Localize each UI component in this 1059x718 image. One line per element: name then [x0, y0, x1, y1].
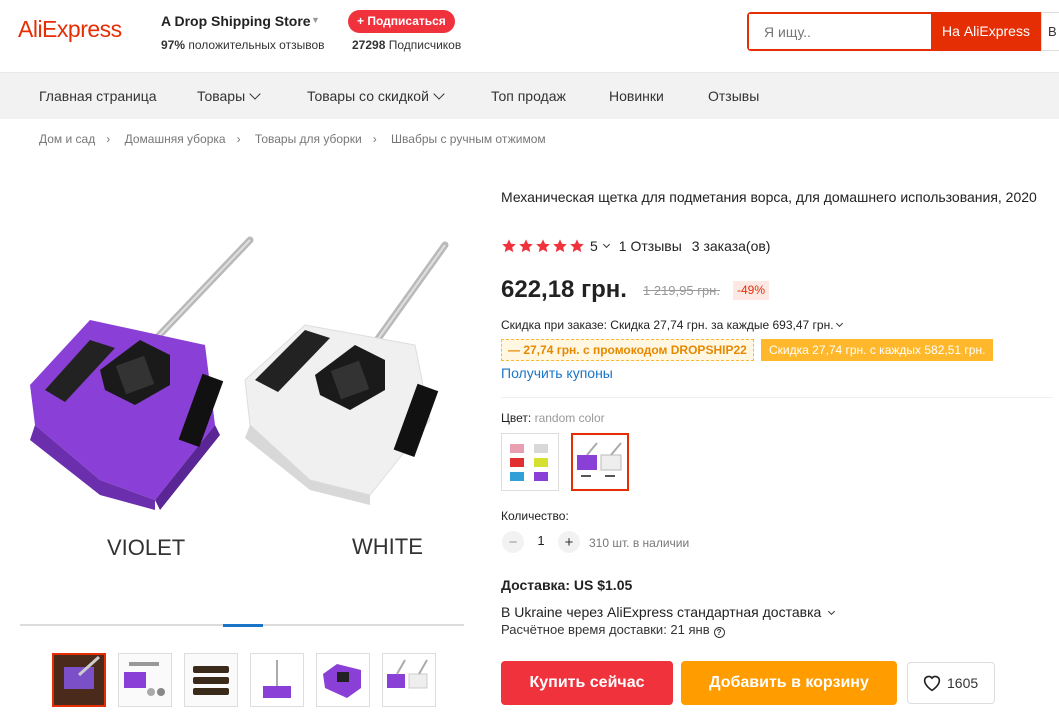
thumbnail[interactable]: [118, 653, 172, 707]
quantity-decrease-button[interactable]: −: [502, 531, 524, 553]
nav-reviews[interactable]: Отзывы: [708, 73, 759, 120]
search-input[interactable]: [749, 14, 931, 49]
buy-now-button[interactable]: Купить сейчас: [501, 661, 673, 705]
color-swatch-random[interactable]: [501, 433, 559, 491]
star-icon: [570, 239, 584, 253]
chevron-down-icon[interactable]: [602, 240, 610, 248]
orders-count: 3 заказа(ов): [691, 238, 771, 254]
rating-row: 5 1 Отзывы 3 заказа(ов): [501, 236, 770, 256]
search-button[interactable]: На AliExpress: [931, 12, 1041, 51]
promo-discount-badge[interactable]: Скидка 27,74 грн. с каждых 582,51 грн.: [761, 339, 994, 361]
chevron-down-icon: [835, 319, 843, 328]
rating-value[interactable]: 5: [590, 238, 598, 254]
store-nav: Главная страница Товары Товары со скидко…: [0, 72, 1059, 119]
shipping-price: Доставка: US $1.05: [501, 577, 633, 593]
subscribers-count: 27298 Подписчиков: [352, 38, 462, 52]
search-store-button[interactable]: В: [1041, 12, 1059, 51]
color-label: Цвет: random color: [501, 411, 605, 425]
star-icon: [553, 239, 567, 253]
nav-top-sales[interactable]: Топ продаж: [491, 73, 566, 120]
store-name[interactable]: A Drop Shipping Store: [161, 13, 311, 29]
promo-code-badge[interactable]: — 27,74 грн. с промокодом DROPSHIP22: [501, 339, 754, 361]
subscribe-button[interactable]: + Подписаться: [348, 10, 455, 33]
chevron-down-icon: [828, 607, 836, 616]
star-icon: [536, 239, 550, 253]
wishlist-count: 1605: [947, 675, 979, 691]
breadcrumb-item[interactable]: Товары для уборки: [255, 132, 362, 146]
white-label: WHITE: [352, 534, 423, 559]
discount-badge: -49%: [733, 281, 770, 300]
quantity-label: Количество:: [501, 509, 569, 523]
quantity-value[interactable]: 1: [531, 533, 551, 548]
nav-new[interactable]: Новинки: [609, 73, 664, 120]
chevron-right-icon: ›: [236, 132, 241, 146]
star-icon: [502, 239, 516, 253]
search-box: На AliExpress В: [747, 12, 1059, 51]
order-discount[interactable]: Скидка при заказе: Скидка 27,74 грн. за …: [501, 318, 843, 332]
help-icon[interactable]: ?: [713, 627, 725, 638]
quantity-increase-button[interactable]: +: [558, 531, 580, 553]
color-swatch-violet-white[interactable]: [571, 433, 629, 491]
store-rating: 97% положительных отзывов: [161, 38, 325, 52]
breadcrumb-item[interactable]: Дом и сад: [39, 132, 95, 146]
chevron-down-icon[interactable]: ▼: [311, 15, 320, 25]
old-price: 1 219,95 грн.: [643, 283, 720, 298]
product-title: Механическая щетка для подметания ворса,…: [501, 189, 1037, 205]
rating-stars: [501, 238, 586, 254]
aliexpress-logo[interactable]: AliExpress: [18, 16, 122, 43]
star-icon: [519, 239, 533, 253]
header: AliExpress A Drop Shipping Store ▼ 97% п…: [0, 0, 1059, 72]
nav-home[interactable]: Главная страница: [39, 73, 157, 120]
shipping-method[interactable]: В Ukraine через AliExpress стандартная д…: [501, 604, 836, 620]
thumbnail[interactable]: [250, 653, 304, 707]
wishlist-button[interactable]: 1605: [907, 662, 995, 704]
nav-sale[interactable]: Товары со скидкой: [307, 73, 445, 120]
chevron-down-icon: [433, 88, 445, 100]
gallery-indicator: [223, 624, 263, 627]
chevron-down-icon: [249, 88, 261, 100]
heart-icon: [923, 675, 941, 692]
stock-count: 310 шт. в наличии: [589, 536, 690, 550]
delivery-estimate: Расчётное время доставки: 21 янв?: [501, 622, 725, 638]
divider: [501, 397, 1053, 398]
nav-products[interactable]: Товары: [197, 73, 261, 120]
get-coupons-link[interactable]: Получить купоны: [501, 365, 613, 381]
main-product-image[interactable]: VIOLET WHITE: [20, 180, 464, 620]
chevron-right-icon: ›: [372, 132, 377, 146]
chevron-right-icon: ›: [106, 132, 111, 146]
thumbnail[interactable]: [316, 653, 370, 707]
reviews-link[interactable]: 1 Отзывы: [619, 238, 682, 254]
breadcrumb-item[interactable]: Швабры с ручным отжимом: [391, 132, 546, 146]
thumbnail[interactable]: [184, 653, 238, 707]
thumbnail[interactable]: [52, 653, 106, 707]
thumbnail[interactable]: [382, 653, 436, 707]
breadcrumb: Дом и сад › Домашняя уборка › Товары для у…: [39, 132, 546, 146]
violet-label: VIOLET: [107, 535, 185, 560]
add-to-cart-button[interactable]: Добавить в корзину: [681, 661, 897, 705]
price: 622,18 грн.: [501, 276, 627, 303]
breadcrumb-item[interactable]: Домашняя уборка: [125, 132, 226, 146]
